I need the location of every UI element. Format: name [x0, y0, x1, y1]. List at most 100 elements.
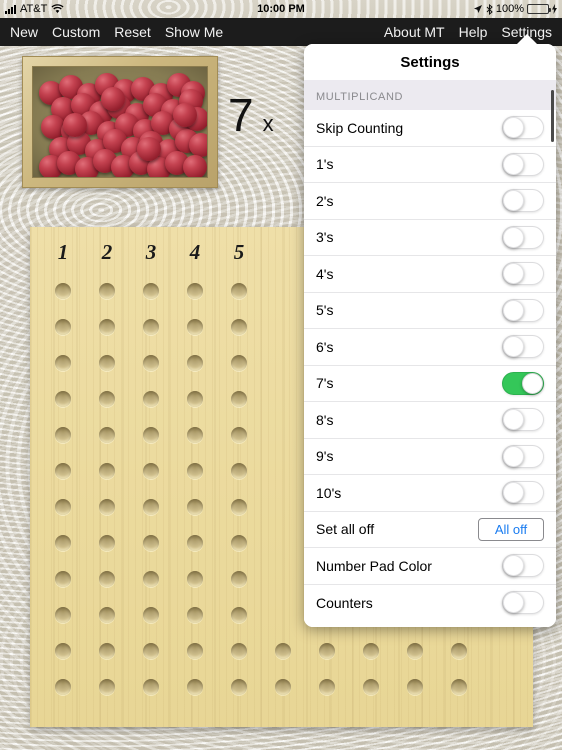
marble[interactable]: [173, 103, 197, 127]
peg-hole[interactable]: [143, 463, 159, 479]
marble[interactable]: [101, 87, 125, 111]
peg-hole[interactable]: [55, 679, 71, 695]
toggle-1s[interactable]: [502, 152, 544, 176]
peg-hole[interactable]: [55, 283, 71, 299]
peg-hole[interactable]: [231, 571, 247, 587]
peg-hole[interactable]: [55, 607, 71, 623]
settings-row-2s[interactable]: 2's: [304, 183, 556, 220]
marble[interactable]: [189, 133, 207, 157]
peg-hole[interactable]: [231, 355, 247, 371]
peg-hole[interactable]: [143, 607, 159, 623]
peg-hole[interactable]: [143, 571, 159, 587]
peg-hole[interactable]: [55, 319, 71, 335]
peg-hole[interactable]: [143, 427, 159, 443]
settings-row-9s[interactable]: 9's: [304, 438, 556, 475]
peg-hole[interactable]: [99, 283, 115, 299]
peg-hole[interactable]: [187, 427, 203, 443]
marble-tray[interactable]: [22, 56, 218, 188]
peg-hole[interactable]: [99, 355, 115, 371]
peg-hole[interactable]: [99, 679, 115, 695]
new-button[interactable]: New: [10, 24, 38, 40]
peg-hole[interactable]: [363, 643, 379, 659]
peg-hole[interactable]: [187, 607, 203, 623]
toggle-10s[interactable]: [502, 481, 544, 505]
peg-hole[interactable]: [55, 355, 71, 371]
peg-hole[interactable]: [55, 499, 71, 515]
settings-row-5s[interactable]: 5's: [304, 292, 556, 329]
peg-hole[interactable]: [143, 355, 159, 371]
peg-hole[interactable]: [99, 427, 115, 443]
peg-hole[interactable]: [187, 643, 203, 659]
peg-hole[interactable]: [143, 679, 159, 695]
peg-hole[interactable]: [99, 535, 115, 551]
peg-hole[interactable]: [187, 463, 203, 479]
peg-hole[interactable]: [99, 571, 115, 587]
peg-hole[interactable]: [55, 463, 71, 479]
about-mt-button[interactable]: About MT: [384, 24, 445, 40]
peg-hole[interactable]: [187, 571, 203, 587]
peg-hole[interactable]: [99, 463, 115, 479]
peg-hole[interactable]: [231, 427, 247, 443]
toggle-6s[interactable]: [502, 335, 544, 359]
marble[interactable]: [63, 113, 87, 137]
help-button[interactable]: Help: [459, 24, 488, 40]
peg-hole[interactable]: [319, 643, 335, 659]
peg-hole[interactable]: [231, 535, 247, 551]
toggle-3s[interactable]: [502, 225, 544, 249]
peg-hole[interactable]: [407, 679, 423, 695]
toggle-skip-counting[interactable]: [502, 116, 544, 140]
peg-hole[interactable]: [231, 283, 247, 299]
peg-hole[interactable]: [187, 391, 203, 407]
peg-hole[interactable]: [363, 679, 379, 695]
peg-hole[interactable]: [319, 679, 335, 695]
peg-hole[interactable]: [143, 283, 159, 299]
all-off-button[interactable]: All off: [478, 517, 544, 541]
peg-hole[interactable]: [231, 679, 247, 695]
peg-hole[interactable]: [407, 643, 423, 659]
peg-hole[interactable]: [143, 319, 159, 335]
marble[interactable]: [183, 155, 207, 177]
peg-hole[interactable]: [143, 535, 159, 551]
peg-hole[interactable]: [231, 391, 247, 407]
peg-hole[interactable]: [187, 499, 203, 515]
peg-hole[interactable]: [99, 499, 115, 515]
toggle-number-pad-color[interactable]: [502, 554, 544, 578]
settings-row-1s[interactable]: 1's: [304, 146, 556, 183]
peg-hole[interactable]: [99, 643, 115, 659]
toggle-8s[interactable]: [502, 408, 544, 432]
peg-hole[interactable]: [187, 679, 203, 695]
peg-hole[interactable]: [55, 571, 71, 587]
toggle-counters[interactable]: [502, 591, 544, 615]
settings-row-counters[interactable]: Counters: [304, 584, 556, 621]
peg-hole[interactable]: [275, 643, 291, 659]
peg-hole[interactable]: [187, 319, 203, 335]
peg-hole[interactable]: [187, 355, 203, 371]
settings-row-set-all-off[interactable]: Set all off All off: [304, 511, 556, 548]
toggle-2s[interactable]: [502, 189, 544, 213]
peg-hole[interactable]: [187, 535, 203, 551]
peg-hole[interactable]: [55, 427, 71, 443]
settings-row-7s[interactable]: 7's: [304, 365, 556, 402]
peg-hole[interactable]: [143, 499, 159, 515]
peg-hole[interactable]: [231, 607, 247, 623]
settings-row-10s[interactable]: 10's: [304, 475, 556, 512]
toggle-5s[interactable]: [502, 298, 544, 322]
peg-hole[interactable]: [55, 643, 71, 659]
peg-hole[interactable]: [55, 391, 71, 407]
peg-hole[interactable]: [99, 607, 115, 623]
peg-hole[interactable]: [99, 391, 115, 407]
settings-row-8s[interactable]: 8's: [304, 402, 556, 439]
peg-hole[interactable]: [275, 679, 291, 695]
settings-list[interactable]: MULTIPLICAND Skip Counting 1's 2's 3's 4's 5's…: [304, 80, 556, 627]
peg-hole[interactable]: [187, 283, 203, 299]
peg-hole[interactable]: [143, 643, 159, 659]
custom-button[interactable]: Custom: [52, 24, 100, 40]
peg-hole[interactable]: [55, 535, 71, 551]
settings-row-4s[interactable]: 4's: [304, 256, 556, 293]
settings-row-number-pad-color[interactable]: Number Pad Color: [304, 548, 556, 585]
toggle-9s[interactable]: [502, 444, 544, 468]
reset-button[interactable]: Reset: [114, 24, 151, 40]
peg-hole[interactable]: [451, 643, 467, 659]
peg-hole[interactable]: [99, 319, 115, 335]
settings-row-skip-counting[interactable]: Skip Counting: [304, 110, 556, 147]
